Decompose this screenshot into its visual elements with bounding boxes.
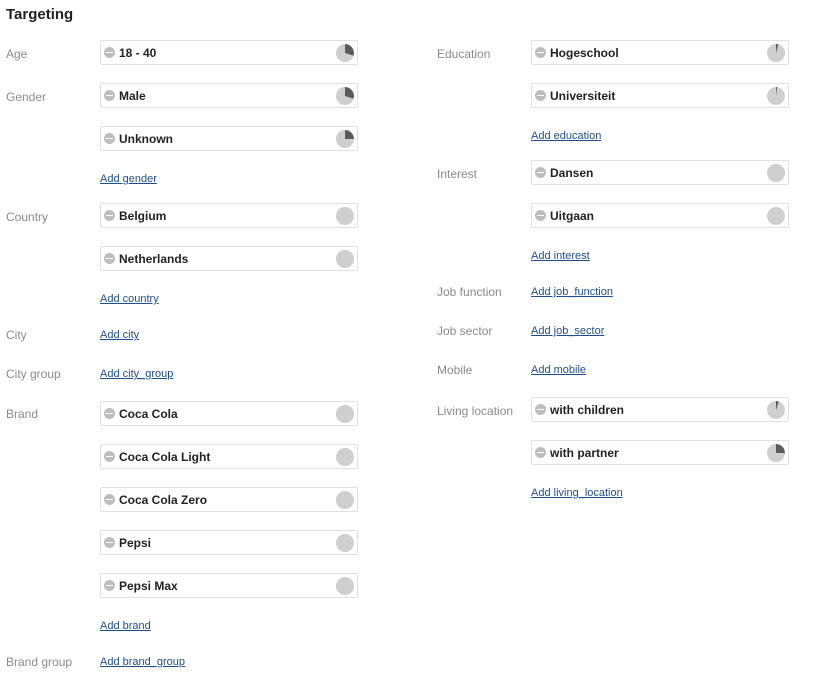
share-pie-icon (767, 164, 785, 182)
add-brand-link[interactable]: Add brand (100, 620, 151, 632)
chip-brand-coca-cola-zero: Coca Cola Zero (100, 487, 358, 512)
remove-icon[interactable] (104, 408, 115, 419)
share-pie-icon (767, 444, 785, 462)
share-pie-icon (767, 207, 785, 225)
chip-education-universiteit: Universiteit (531, 83, 789, 108)
chip-gender-unknown: Unknown (100, 126, 358, 151)
chip-country-netherlands: Netherlands (100, 246, 358, 271)
label-education: Education (437, 47, 491, 61)
remove-icon[interactable] (535, 47, 546, 58)
chip-label: with partner (550, 446, 619, 460)
chip-brand-pepsi-max: Pepsi Max (100, 573, 358, 598)
add-gender-link[interactable]: Add gender (100, 173, 157, 185)
chip-label: Coca Cola Zero (119, 493, 208, 507)
remove-icon[interactable] (104, 90, 115, 101)
share-pie-icon (336, 534, 354, 552)
add-living-location-link[interactable]: Add living_location (531, 487, 623, 499)
chip-label: with children (550, 403, 625, 417)
remove-icon[interactable] (535, 90, 546, 101)
chip-brand-coca-cola: Coca Cola (100, 401, 358, 426)
label-city-group: City group (6, 367, 61, 381)
add-brand-group-link[interactable]: Add brand_group (100, 656, 185, 668)
share-pie-icon (336, 250, 354, 268)
chip-label: Hogeschool (550, 46, 619, 60)
add-city-group-link[interactable]: Add city_group (100, 368, 173, 380)
add-mobile-link[interactable]: Add mobile (531, 364, 586, 376)
section-title: Targeting (6, 6, 74, 23)
remove-icon[interactable] (535, 167, 546, 178)
chip-gender-male: Male (100, 83, 358, 108)
share-pie-icon (336, 87, 354, 105)
chip-label: Uitgaan (550, 209, 595, 223)
share-pie-icon (336, 405, 354, 423)
share-pie-icon (767, 401, 785, 419)
share-pie-icon (336, 44, 354, 62)
share-pie-icon (336, 491, 354, 509)
chip-label: Unknown (119, 132, 173, 146)
pie-slice (345, 87, 354, 99)
label-mobile: Mobile (437, 363, 473, 377)
chip-living-with-children: with children (531, 397, 789, 422)
remove-icon[interactable] (104, 537, 115, 548)
remove-icon[interactable] (535, 210, 546, 221)
label-job-function: Job function (437, 285, 502, 299)
chip-brand-pepsi: Pepsi (100, 530, 358, 555)
share-pie-icon (336, 207, 354, 225)
share-pie-icon (767, 87, 785, 105)
chip-interest-uitgaan: Uitgaan (531, 203, 789, 228)
label-interest: Interest (437, 167, 478, 181)
remove-icon[interactable] (104, 451, 115, 462)
remove-icon[interactable] (104, 210, 115, 221)
add-interest-link[interactable]: Add interest (531, 250, 590, 262)
add-city-link[interactable]: Add city (100, 329, 139, 341)
chip-label: Belgium (119, 209, 167, 223)
add-country-link[interactable]: Add country (100, 293, 159, 305)
chip-label: Netherlands (119, 252, 189, 266)
share-pie-icon (336, 577, 354, 595)
pie-slice (345, 44, 354, 56)
share-pie-icon (336, 448, 354, 466)
remove-icon[interactable] (104, 133, 115, 144)
label-job-sector: Job sector (437, 324, 493, 338)
chip-label: Male (119, 89, 146, 103)
label-city: City (6, 328, 27, 342)
chip-country-belgium: Belgium (100, 203, 358, 228)
share-pie-icon (336, 130, 354, 148)
chip-label: Dansen (550, 166, 594, 180)
remove-icon[interactable] (104, 47, 115, 58)
remove-icon[interactable] (535, 447, 546, 458)
pie-slice (345, 130, 354, 139)
label-brand: Brand (6, 407, 39, 421)
remove-icon[interactable] (104, 253, 115, 264)
share-pie-icon (767, 44, 785, 62)
pie-slice (776, 44, 779, 53)
label-brand-group: Brand group (6, 655, 73, 669)
pie-slice (776, 401, 779, 410)
label-living-location: Living location (437, 404, 514, 418)
chip-label: Pepsi (119, 536, 152, 550)
chip-brand-coca-cola-light: Coca Cola Light (100, 444, 358, 469)
chip-label: Coca Cola Light (119, 450, 211, 464)
chip-interest-dansen: Dansen (531, 160, 789, 185)
chip-education-hogeschool: Hogeschool (531, 40, 789, 65)
remove-icon[interactable] (104, 494, 115, 505)
add-job-function-link[interactable]: Add job_function (531, 286, 613, 298)
remove-icon[interactable] (104, 580, 115, 591)
pie-slice (776, 444, 785, 453)
remove-icon[interactable] (535, 404, 546, 415)
add-education-link[interactable]: Add education (531, 130, 601, 142)
add-job-sector-link[interactable]: Add job_sector (531, 325, 604, 337)
chip-label: 18 - 40 (119, 46, 157, 60)
chip-label: Pepsi Max (119, 579, 178, 593)
chip-label: Universiteit (550, 89, 616, 103)
chip-living-with-partner: with partner (531, 440, 789, 465)
pie-slice (776, 87, 778, 96)
label-country: Country (6, 210, 49, 224)
label-gender: Gender (6, 90, 47, 104)
label-age: Age (6, 47, 28, 61)
chip-age-18-40: 18 - 40 (100, 40, 358, 65)
chip-label: Coca Cola (119, 407, 178, 421)
